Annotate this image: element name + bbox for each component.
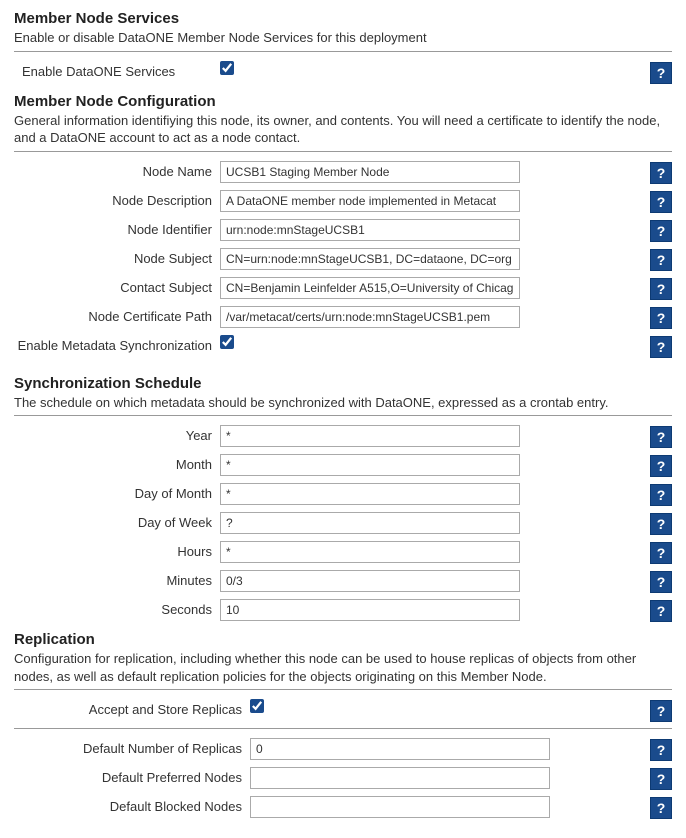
divider bbox=[14, 151, 672, 152]
default-blocked-input[interactable] bbox=[250, 796, 550, 818]
help-icon[interactable]: ? bbox=[650, 484, 672, 506]
row-node-cert-path: Node Certificate Path ? bbox=[14, 303, 672, 332]
section-title-services: Member Node Services bbox=[14, 10, 672, 27]
row-node-identifier: Node Identifier ? bbox=[14, 216, 672, 245]
accept-replicas-checkbox[interactable] bbox=[250, 699, 264, 713]
help-icon[interactable]: ? bbox=[650, 249, 672, 271]
day-of-week-label: Day of Week bbox=[14, 512, 220, 531]
contact-subject-label: Contact Subject bbox=[14, 277, 220, 296]
node-name-label: Node Name bbox=[14, 161, 220, 180]
help-icon[interactable]: ? bbox=[650, 426, 672, 448]
month-label: Month bbox=[14, 454, 220, 473]
minutes-input[interactable] bbox=[220, 570, 520, 592]
default-num-replicas-label: Default Number of Replicas bbox=[14, 738, 250, 757]
section-member-node-config: Member Node Configuration General inform… bbox=[14, 93, 672, 361]
row-enable-services: Enable DataONE Services ? bbox=[14, 58, 672, 87]
node-name-input[interactable] bbox=[220, 161, 520, 183]
minutes-label: Minutes bbox=[14, 570, 220, 589]
section-member-node-services: Member Node Services Enable or disable D… bbox=[14, 10, 672, 87]
help-icon[interactable]: ? bbox=[650, 220, 672, 242]
default-num-replicas-input[interactable] bbox=[250, 738, 550, 760]
section-title-sync: Synchronization Schedule bbox=[14, 375, 672, 392]
row-hours: Hours ? bbox=[14, 538, 672, 567]
row-seconds: Seconds ? bbox=[14, 596, 672, 625]
row-accept-replicas: Accept and Store Replicas ? bbox=[14, 696, 672, 725]
row-year: Year ? bbox=[14, 422, 672, 451]
row-month: Month ? bbox=[14, 451, 672, 480]
node-description-label: Node Description bbox=[14, 190, 220, 209]
divider bbox=[14, 51, 672, 52]
help-icon[interactable]: ? bbox=[650, 513, 672, 535]
enable-services-checkbox[interactable] bbox=[220, 61, 234, 75]
section-desc-services: Enable or disable DataONE Member Node Se… bbox=[14, 29, 672, 47]
row-day-of-month: Day of Month ? bbox=[14, 480, 672, 509]
row-default-blocked: Default Blocked Nodes ? bbox=[14, 793, 672, 822]
divider bbox=[14, 689, 672, 690]
enable-sync-label: Enable Metadata Synchronization bbox=[14, 335, 220, 354]
day-of-month-input[interactable] bbox=[220, 483, 520, 505]
month-input[interactable] bbox=[220, 454, 520, 476]
section-desc-sync: The schedule on which metadata should be… bbox=[14, 394, 672, 412]
seconds-input[interactable] bbox=[220, 599, 520, 621]
divider bbox=[14, 728, 672, 729]
section-desc-config: General information identifiying this no… bbox=[14, 112, 672, 147]
section-sync-schedule: Synchronization Schedule The schedule on… bbox=[14, 375, 672, 626]
node-description-input[interactable] bbox=[220, 190, 520, 212]
help-icon[interactable]: ? bbox=[650, 278, 672, 300]
help-icon[interactable]: ? bbox=[650, 542, 672, 564]
section-title-replication: Replication bbox=[14, 631, 672, 648]
help-icon[interactable]: ? bbox=[650, 62, 672, 84]
row-enable-sync: Enable Metadata Synchronization ? bbox=[14, 332, 672, 361]
hours-label: Hours bbox=[14, 541, 220, 560]
default-preferred-label: Default Preferred Nodes bbox=[14, 767, 250, 786]
enable-sync-checkbox[interactable] bbox=[220, 335, 234, 349]
node-cert-path-input[interactable] bbox=[220, 306, 520, 328]
default-blocked-label: Default Blocked Nodes bbox=[14, 796, 250, 815]
help-icon[interactable]: ? bbox=[650, 768, 672, 790]
node-subject-input[interactable] bbox=[220, 248, 520, 270]
help-icon[interactable]: ? bbox=[650, 162, 672, 184]
day-of-week-input[interactable] bbox=[220, 512, 520, 534]
row-default-preferred: Default Preferred Nodes ? bbox=[14, 764, 672, 793]
row-default-num-replicas: Default Number of Replicas ? bbox=[14, 735, 672, 764]
contact-subject-input[interactable] bbox=[220, 277, 520, 299]
enable-services-label: Enable DataONE Services bbox=[14, 61, 220, 79]
help-icon[interactable]: ? bbox=[650, 191, 672, 213]
help-icon[interactable]: ? bbox=[650, 336, 672, 358]
node-identifier-input[interactable] bbox=[220, 219, 520, 241]
node-subject-label: Node Subject bbox=[14, 248, 220, 267]
seconds-label: Seconds bbox=[14, 599, 220, 618]
help-icon[interactable]: ? bbox=[650, 571, 672, 593]
help-icon[interactable]: ? bbox=[650, 455, 672, 477]
row-day-of-week: Day of Week ? bbox=[14, 509, 672, 538]
help-icon[interactable]: ? bbox=[650, 600, 672, 622]
row-contact-subject: Contact Subject ? bbox=[14, 274, 672, 303]
help-icon[interactable]: ? bbox=[650, 700, 672, 722]
section-desc-replication: Configuration for replication, including… bbox=[14, 650, 672, 685]
help-icon[interactable]: ? bbox=[650, 797, 672, 819]
row-node-description: Node Description ? bbox=[14, 187, 672, 216]
hours-input[interactable] bbox=[220, 541, 520, 563]
node-cert-path-label: Node Certificate Path bbox=[14, 306, 220, 325]
row-node-subject: Node Subject ? bbox=[14, 245, 672, 274]
row-node-name: Node Name ? bbox=[14, 158, 672, 187]
default-preferred-input[interactable] bbox=[250, 767, 550, 789]
divider bbox=[14, 415, 672, 416]
year-label: Year bbox=[14, 425, 220, 444]
row-minutes: Minutes ? bbox=[14, 567, 672, 596]
help-icon[interactable]: ? bbox=[650, 307, 672, 329]
year-input[interactable] bbox=[220, 425, 520, 447]
node-identifier-label: Node Identifier bbox=[14, 219, 220, 238]
day-of-month-label: Day of Month bbox=[14, 483, 220, 502]
section-replication: Replication Configuration for replicatio… bbox=[14, 631, 672, 822]
section-title-config: Member Node Configuration bbox=[14, 93, 672, 110]
accept-replicas-label: Accept and Store Replicas bbox=[14, 699, 250, 718]
help-icon[interactable]: ? bbox=[650, 739, 672, 761]
